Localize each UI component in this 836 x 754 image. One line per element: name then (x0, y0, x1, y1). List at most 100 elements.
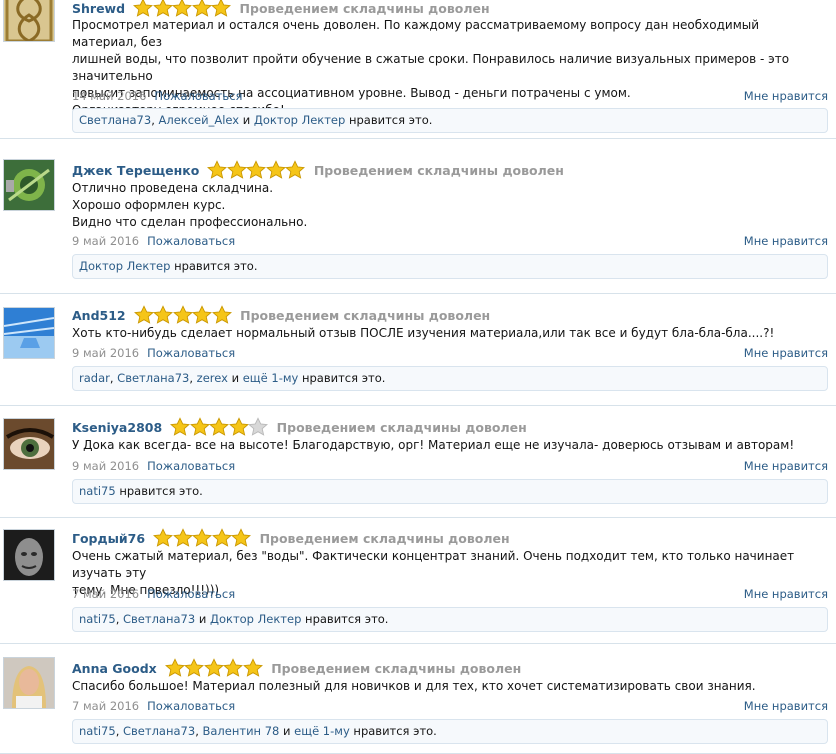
like-button[interactable]: Мне нравится (744, 699, 828, 713)
user-avatar[interactable] (3, 529, 55, 581)
star-empty-icon (248, 417, 269, 437)
star-filled-icon (172, 528, 193, 548)
review-date: 9 май 2016 (72, 346, 140, 360)
username-link[interactable]: Anna Goodx (72, 661, 157, 676)
username-link[interactable]: Shrewd (72, 1, 125, 16)
review-text: Хоть кто-нибудь сделает нормальный отзыв… (72, 325, 827, 342)
review-meta: 9 май 2016 Пожаловаться Мне нравится (72, 234, 828, 250)
review-meta: 9 май 2016 Пожаловаться Мне нравится (72, 346, 828, 362)
review-text-line: Видно что сделан профессионально. (72, 215, 308, 229)
star-filled-icon (189, 417, 210, 437)
review-text-line: лишней воды, что позволит пройти обучени… (72, 52, 790, 83)
like-button[interactable]: Мне нравится (744, 587, 828, 601)
liker-link[interactable]: nati75 (79, 612, 116, 626)
review-item: Anna Goodx Проведением складчины доволен С… (0, 644, 836, 754)
report-link[interactable]: Пожаловаться (154, 89, 242, 103)
review-text: Отлично проведена складчина. Хорошо оформ… (72, 180, 827, 231)
liker-link[interactable]: Светлана73 (79, 113, 151, 127)
review-date: 14 май 2016 (72, 89, 147, 103)
review-item: Джек Терещенко Проведением складчины дово… (0, 139, 836, 294)
likes-summary: nati75 нравится это. (72, 479, 828, 504)
star-filled-icon (152, 0, 173, 18)
review-header: Гордый76 Проведением складчины доволен (72, 528, 510, 548)
report-link[interactable]: Пожаловаться (147, 346, 235, 360)
liker-link[interactable]: nati75 (79, 724, 116, 738)
username-link[interactable]: Kseniya2808 (72, 420, 162, 435)
review-meta: 7 май 2016 Пожаловаться Мне нравится (72, 587, 828, 603)
like-button[interactable]: Мне нравится (744, 89, 828, 103)
review-header: And512 Проведением складчины доволен (72, 305, 490, 325)
liker-link[interactable]: Доктор Лектер (210, 612, 301, 626)
star-filled-icon (172, 305, 193, 325)
likes-suffix: нравится это. (353, 724, 437, 738)
liker-link[interactable]: Доктор Лектер (254, 113, 345, 127)
star-filled-icon (192, 305, 213, 325)
rating-stars (133, 305, 232, 325)
rating-stars (153, 528, 252, 548)
user-avatar[interactable] (3, 159, 55, 211)
rating-stars (133, 0, 232, 18)
user-avatar[interactable] (3, 418, 55, 470)
rating-verdict: Проведением складчины доволен (313, 162, 564, 178)
username-link[interactable]: And512 (72, 308, 126, 323)
user-avatar[interactable] (3, 657, 55, 709)
liker-link[interactable]: Светлана73 (117, 371, 189, 385)
report-link[interactable]: Пожаловаться (147, 459, 235, 473)
star-filled-icon (231, 528, 252, 548)
liker-link[interactable]: nati75 (79, 484, 116, 498)
liker-link[interactable]: Валентин 78 (203, 724, 280, 738)
review-text-line: Отлично проведена складчина. (72, 181, 274, 195)
star-filled-icon (192, 528, 213, 548)
star-filled-icon (285, 160, 306, 180)
star-filled-icon (211, 528, 232, 548)
likes-suffix: нравится это. (174, 259, 258, 273)
liker-link[interactable]: Светлана73 (123, 724, 195, 738)
review-item: Shrewd Проведением складчины доволен Просм… (0, 0, 836, 139)
star-filled-icon (184, 658, 205, 678)
review-text-line: Спасибо большое! Материал полезный для н… (72, 679, 756, 693)
review-text-line: Просмотрел материал и остался очень дово… (72, 18, 760, 49)
liker-link[interactable]: zerex (197, 371, 228, 385)
liker-link[interactable]: Светлана73 (123, 612, 195, 626)
star-filled-icon (265, 160, 286, 180)
star-filled-icon (211, 305, 232, 325)
username-link[interactable]: Гордый76 (72, 531, 145, 546)
review-date: 9 май 2016 (72, 234, 140, 248)
star-filled-icon (228, 417, 249, 437)
report-link[interactable]: Пожаловаться (147, 699, 235, 713)
star-filled-icon (209, 417, 230, 437)
review-date: 7 май 2016 (72, 587, 140, 601)
report-link[interactable]: Пожаловаться (147, 587, 235, 601)
review-header: Anna Goodx Проведением складчины доволен (72, 658, 521, 678)
liker-link[interactable]: Доктор Лектер (79, 259, 170, 273)
like-button[interactable]: Мне нравится (744, 234, 828, 248)
likes-summary: Светлана73, Алексей_Alex и Доктор Лектер… (72, 108, 828, 133)
review-text-line: Очень сжатый материал, без "воды". Факти… (72, 549, 795, 580)
review-text-line: Хорошо оформлен курс. (72, 198, 226, 212)
report-link[interactable]: Пожаловаться (147, 234, 235, 248)
rating-verdict: Проведением складчины доволен (271, 660, 522, 676)
liker-link[interactable]: ещё 1-му (294, 724, 350, 738)
likes-suffix: нравится это. (348, 113, 433, 127)
username-link[interactable]: Джек Терещенко (72, 163, 199, 178)
review-header: Kseniya2808 Проведением складчины доволен (72, 417, 527, 437)
user-avatar[interactable] (3, 0, 55, 42)
liker-link[interactable]: ещё 1-му (243, 371, 299, 385)
like-button[interactable]: Мне нравится (744, 459, 828, 473)
rating-verdict: Проведением складчины доволен (276, 419, 527, 435)
likes-summary: nati75, Светлана73, Валентин 78 и ещё 1-… (72, 719, 828, 744)
likes-and: и (198, 612, 207, 626)
review-text: У Дока как всегда- все на высоте! Благод… (72, 437, 827, 454)
like-button[interactable]: Мне нравится (744, 346, 828, 360)
likes-and: и (283, 724, 291, 738)
rating-stars (170, 417, 269, 437)
likes-suffix: нравится это. (119, 484, 203, 498)
review-date: 7 май 2016 (72, 699, 140, 713)
star-filled-icon (133, 0, 154, 18)
likes-summary: Доктор Лектер нравится это. (72, 254, 828, 279)
user-avatar[interactable] (3, 307, 55, 359)
star-filled-icon (170, 417, 191, 437)
liker-link[interactable]: Алексей_Alex (159, 113, 240, 127)
liker-link[interactable]: radar (79, 371, 110, 385)
star-filled-icon (133, 305, 154, 325)
